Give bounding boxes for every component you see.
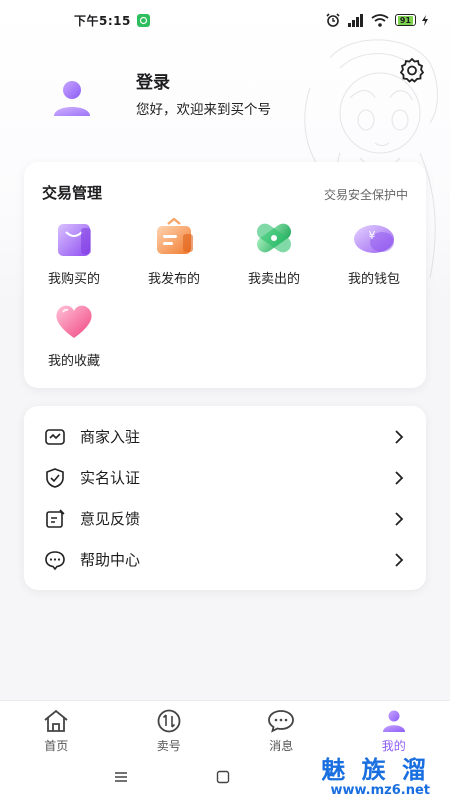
chevron-right-icon <box>395 511 404 526</box>
tab-label: 卖号 <box>156 739 181 753</box>
watermark-title: 魅 族 溜 <box>321 756 430 784</box>
publish-box-icon <box>157 218 193 254</box>
watermark-url: www.mz6.net <box>330 783 430 798</box>
grid-item-my-purchases[interactable]: 我购买的 <box>24 218 124 298</box>
grid-label: 我购买的 <box>47 272 100 287</box>
bottom-navigation: 首页 卖号 消息 我的 <box>0 700 450 758</box>
grid-item-my-wallet[interactable]: ¥ 我的钱包 <box>324 218 424 298</box>
menu-label: 帮助中心 <box>80 551 141 569</box>
menu-item-help-center[interactable]: 帮助中心 <box>24 539 426 580</box>
menu-item-merchant-entry[interactable]: 商家入驻 <box>24 416 426 457</box>
tab-label: 我的 <box>381 739 406 753</box>
status-bar: 下午5:15 91 <box>0 0 450 40</box>
trade-title: 交易管理 <box>42 184 103 202</box>
store-icon <box>45 428 65 445</box>
trade-safety-label: 交易安全保护中 <box>323 188 408 202</box>
battery-indicator: 91 <box>394 14 416 26</box>
feedback-edit-icon <box>46 508 65 528</box>
svg-text:¥: ¥ <box>369 229 376 242</box>
grid-item-my-sold[interactable]: 我卖出的 <box>224 218 324 298</box>
help-chat-icon <box>45 550 65 570</box>
home-square-icon[interactable] <box>216 770 230 784</box>
sell-arrows-icon <box>157 709 181 733</box>
grid-label: 我的收藏 <box>47 354 100 369</box>
alarm-icon <box>326 13 340 27</box>
grid-item-my-published[interactable]: 我发布的 <box>124 218 224 298</box>
status-indicators: 91 <box>325 13 428 27</box>
menu-item-feedback[interactable]: 意见反馈 <box>24 498 426 539</box>
grid-label: 我卖出的 <box>247 272 300 287</box>
menu-label: 实名认证 <box>80 469 141 487</box>
trade-management-card: 交易管理 交易安全保护中 我购买的 我发布的 我卖出的 ¥ 我的钱包 我的收藏 <box>24 162 426 388</box>
tab-messages[interactable]: 消息 <box>225 701 338 758</box>
chevron-right-icon <box>395 552 404 567</box>
tab-sell[interactable]: 卖号 <box>113 701 226 758</box>
profile-icon <box>382 710 405 732</box>
site-watermark: 魅 族 溜 www.mz6.net <box>321 756 430 798</box>
menu-item-real-name-verification[interactable]: 实名认证 <box>24 457 426 498</box>
avatar[interactable] <box>52 78 92 118</box>
heart-icon <box>56 305 92 338</box>
wifi-icon <box>371 13 389 27</box>
grid-label: 我发布的 <box>147 272 200 287</box>
charging-icon <box>422 14 428 26</box>
home-icon <box>44 709 68 732</box>
message-icon <box>268 710 295 733</box>
wallet-yen-icon: ¥ <box>354 225 394 253</box>
tab-home[interactable]: 首页 <box>0 701 113 758</box>
wechat-notification-icon <box>136 13 150 27</box>
signal-icon <box>347 13 363 27</box>
grid-label: 我的钱包 <box>347 272 400 287</box>
battery-level: 91 <box>397 15 413 25</box>
services-menu-card: 商家入驻 实名认证 意见反馈 帮助中心 <box>24 406 426 590</box>
tab-label: 首页 <box>44 739 69 753</box>
welcome-text: 您好，欢迎来到买个号 <box>136 102 271 118</box>
shield-check-icon <box>46 467 64 488</box>
chevron-right-icon <box>395 429 404 444</box>
menu-label: 商家入驻 <box>80 428 141 446</box>
sold-tag-icon <box>256 223 292 253</box>
chevron-right-icon <box>395 470 404 485</box>
tab-label: 消息 <box>269 739 294 753</box>
shopping-bag-icon <box>58 224 91 256</box>
login-title[interactable]: 登录 <box>136 68 170 93</box>
menu-label: 意见反馈 <box>80 510 141 528</box>
profile-header[interactable]: 登录 您好，欢迎来到买个号 <box>46 64 416 134</box>
grid-item-my-favorites[interactable]: 我的收藏 <box>24 300 124 380</box>
status-time: 下午5:15 <box>74 13 131 28</box>
menu-icon[interactable] <box>114 770 128 784</box>
tab-profile[interactable]: 我的 <box>338 701 450 758</box>
